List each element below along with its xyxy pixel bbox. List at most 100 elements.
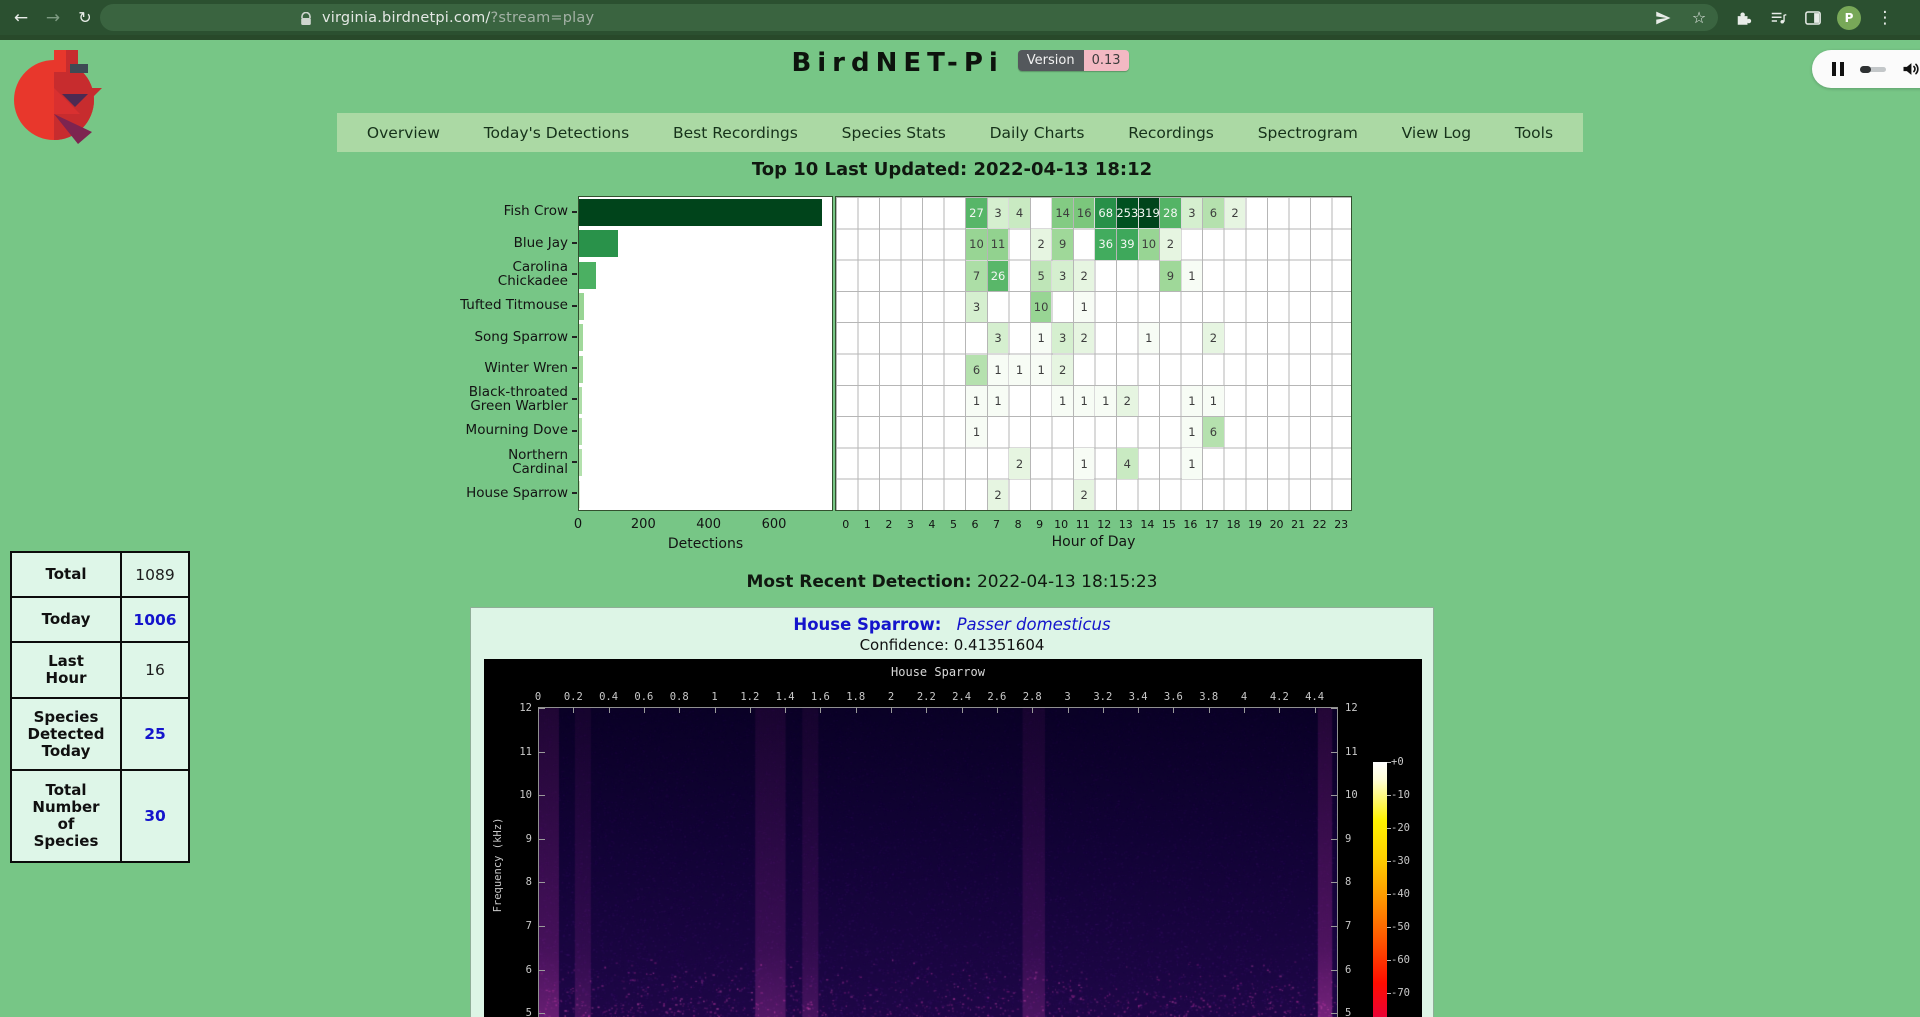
spectro-x-mark [715,707,716,713]
stats-label: Today [11,597,121,642]
heat-cell-h14-fish-crow: 319 [1139,198,1160,228]
spectro-x-tick: 1 [711,691,717,703]
heat-cell-h11-fish-crow: 16 [1074,198,1095,228]
hour-axis-tick: 13 [1119,518,1133,531]
extensions-puzzle-icon[interactable] [1732,7,1754,29]
nav-item-recordings[interactable]: Recordings [1128,124,1214,142]
nav-item-overview[interactable]: Overview [367,124,440,142]
species-tick [572,430,577,432]
volume-icon[interactable] [1901,59,1920,79]
heat-cell-h9-song-sparrow: 1 [1031,323,1052,353]
nav-item-tools[interactable]: Tools [1515,124,1553,142]
heat-cell-h6-tufted-titmouse: 3 [966,292,987,322]
heat-cell-h10-blue-jay: 9 [1052,229,1073,259]
heat-cell-h8-winter-wren: 1 [1009,355,1030,385]
seek-slider[interactable] [1860,67,1886,72]
heat-cell-h10-song-sparrow: 3 [1052,323,1073,353]
profile-avatar[interactable]: P [1837,6,1861,30]
media-controls-icon[interactable] [1767,7,1789,29]
species-tick [572,211,577,213]
stats-value-total-number-of-species[interactable]: 30 [121,770,189,862]
heat-cell-h11-song-sparrow: 2 [1074,323,1095,353]
hour-axis-tick: 11 [1076,518,1090,531]
hour-axis-tick: 16 [1183,518,1197,531]
hour-axis-tick: 3 [907,518,914,531]
back-button[interactable]: ← [6,0,36,35]
bar-axis-tick: 600 [762,517,787,532]
spectro-x-mark [1103,707,1104,713]
heat-cell-h7-winter-wren: 1 [988,355,1009,385]
address-bar[interactable]: virginia.birdnetpi.com/?stream=play ☆ [100,4,1718,31]
spectro-x-mark [573,707,574,713]
spectro-y-tick-left: 6 [486,964,532,976]
spectro-y-tick-left: 12 [486,702,532,714]
spectro-x-tick: 2.2 [917,691,936,703]
hour-axis-tick: 7 [993,518,1000,531]
stats-label: Species Detected Today [11,698,121,770]
pause-button[interactable] [1832,62,1844,76]
page-title: BirdNET-Pi [791,48,1003,78]
bookmark-star-icon[interactable]: ☆ [1688,7,1710,29]
url-text: virginia.birdnetpi.com/?stream=play [322,10,594,26]
species-label-carolina-chickadee: Carolina Chickadee [392,259,568,290]
hour-axis-tick: 20 [1270,518,1284,531]
spectro-x-mark [609,707,610,713]
spectro-y-mark [539,926,545,927]
recent-value: 2022-04-13 18:15:23 [977,572,1158,592]
hour-axis-tick: 1 [864,518,871,531]
spectro-y-mark [1331,1013,1337,1014]
spectro-x-mark [1032,707,1033,713]
spectro-y-mark [1331,795,1337,796]
nav-item-today-s-detections[interactable]: Today's Detections [484,124,629,142]
stats-row-today: Today1006 [11,597,189,642]
heat-cell-h7-carolina-chickadee: 26 [988,261,1009,291]
heat-cell-h16-black-throated-green-warbler: 1 [1182,386,1203,416]
spectro-y-mark [539,752,545,753]
spectro-x-tick: 2 [888,691,894,703]
side-panel-icon[interactable] [1802,7,1824,29]
hour-axis-tick: 15 [1162,518,1176,531]
nav-item-daily-charts[interactable]: Daily Charts [990,124,1085,142]
spectro-x-tick: 0 [535,691,541,703]
stats-table: Total1089Today1006Last Hour16Species Det… [10,551,190,863]
colorbar-tick: -40 [1391,888,1410,900]
heat-cell-h11-house-sparrow: 2 [1074,480,1095,510]
colorbar-tick: -10 [1391,789,1410,801]
nav-item-view-log[interactable]: View Log [1402,124,1471,142]
stats-value-today[interactable]: 1006 [121,597,189,642]
reload-button[interactable]: ↻ [70,0,100,35]
heat-cell-h8-fish-crow: 4 [1009,198,1030,228]
spectro-x-mark [997,707,998,713]
heat-cell-h6-black-throated-green-warbler: 1 [966,386,987,416]
share-icon[interactable] [1652,7,1674,29]
species-tick [572,273,577,275]
forward-button[interactable]: → [38,0,68,35]
spectro-y-mark [1331,970,1337,971]
spectro-y-tick-left: 11 [486,746,532,758]
nav-item-species-stats[interactable]: Species Stats [842,124,946,142]
bar-song-sparrow [579,324,583,351]
colorbar [1373,762,1387,1017]
heat-cell-h8-northern-cardinal: 2 [1009,448,1030,478]
toolbar-divider [0,35,1920,40]
stats-row-species-detected-today: Species Detected Today25 [11,698,189,770]
spectro-x-tick: 0.6 [634,691,653,703]
spectro-x-tick: 3.4 [1129,691,1148,703]
stats-value-species-detected-today[interactable]: 25 [121,698,189,770]
species-label-fish-crow: Fish Crow [392,196,568,227]
bar-house-sparrow [579,481,580,508]
nav-item-best-recordings[interactable]: Best Recordings [673,124,798,142]
nav-item-spectrogram[interactable]: Spectrogram [1258,124,1358,142]
detection-common-name[interactable]: House Sparrow: [793,615,941,634]
spectro-x-tick: 1.4 [776,691,795,703]
spectro-x-tick: 4.4 [1305,691,1324,703]
browser-menu-icon[interactable]: ⋮ [1874,7,1896,29]
spectrogram-plot-area [538,707,1338,1017]
stats-row-total-number-of-species: Total Number of Species30 [11,770,189,862]
bar-northern-cardinal [579,449,582,476]
spectro-x-tick: 4.2 [1270,691,1289,703]
stats-label: Total Number of Species [11,770,121,862]
species-label-tufted-titmouse: Tufted Titmouse [392,290,568,321]
audio-player[interactable] [1812,50,1920,88]
colorbar-mark [1387,960,1391,961]
